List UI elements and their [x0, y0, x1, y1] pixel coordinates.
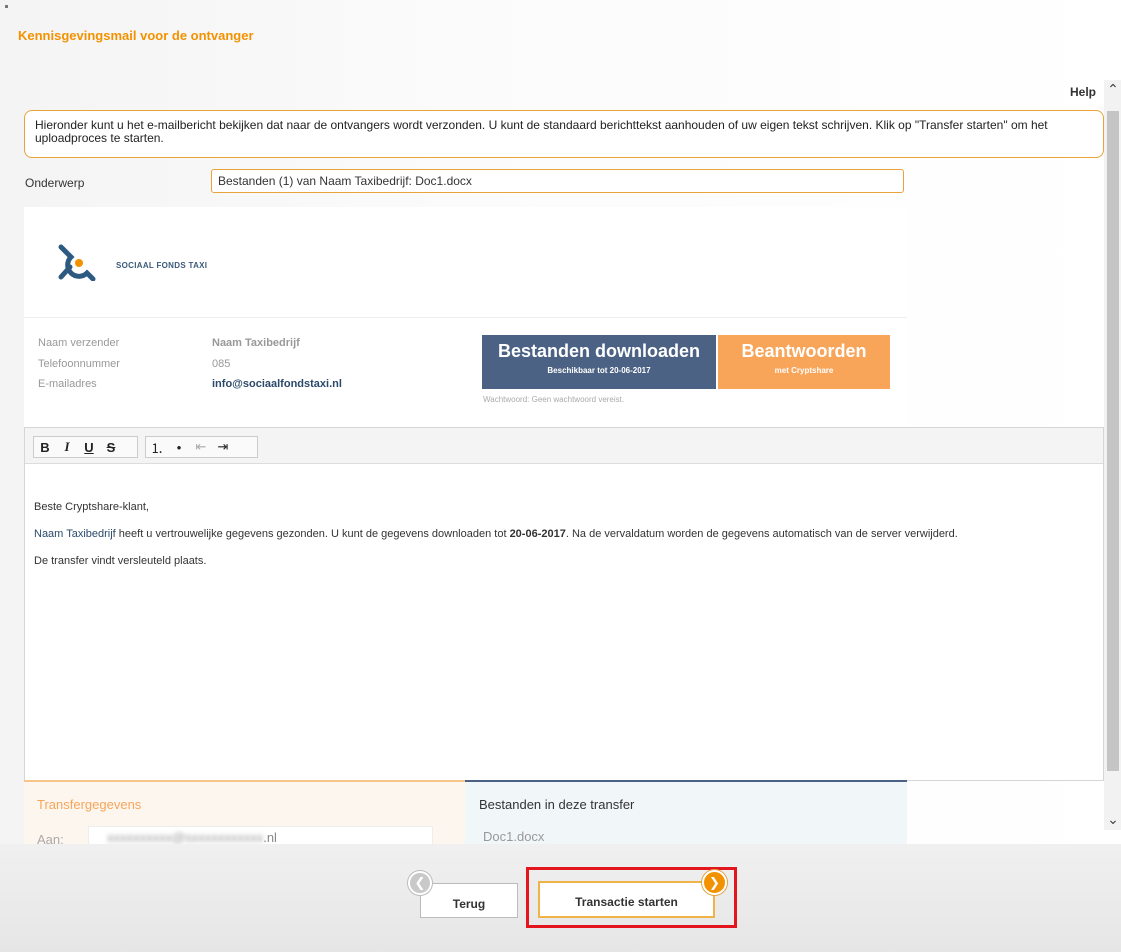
corner-mark	[5, 5, 8, 8]
bullet-list-icon[interactable]: •	[168, 437, 190, 457]
download-button-title: Bestanden downloaden	[497, 341, 701, 361]
scroll-up-icon[interactable]: ⌃	[1106, 82, 1120, 96]
expiry-date: 20-06-2017	[509, 528, 566, 540]
subject-label: Onderwerp	[25, 176, 85, 190]
chevron-left-icon[interactable]: ❮	[408, 871, 432, 895]
bold-button[interactable]: B	[34, 437, 56, 457]
format-group: B I U S	[33, 436, 138, 458]
back-button[interactable]: Terug	[420, 883, 518, 918]
info-box: Hieronder kunt u het e-mailbericht bekij…	[24, 110, 1104, 158]
greeting: Beste Cryptshare-klant,	[34, 501, 149, 513]
subject-input[interactable]	[211, 169, 904, 193]
list-group: ⒈ • ⇤ ⇥	[145, 436, 258, 458]
help-link[interactable]: Help	[1070, 85, 1096, 99]
download-files-button[interactable]: Bestanden downloaden Beschikbaar tot 20-…	[482, 335, 716, 389]
body-text-2: . Na de vervaldatum worden de gegevens a…	[565, 528, 958, 540]
email-value[interactable]: info@sociaalfondstaxi.nl	[212, 378, 342, 390]
logo-area: SOCIAAL FONDS TAXI	[24, 207, 907, 318]
password-note: Wachtwoord: Geen wachtwoord vereist.	[483, 395, 625, 404]
email-label: E-mailadres	[38, 378, 97, 390]
transfer-details-title: Transfergegevens	[37, 797, 142, 812]
sociaal-fonds-taxi-logo	[58, 244, 96, 281]
editor-toolbar: B I U S ⒈ • ⇤ ⇥	[25, 428, 1103, 464]
page-title: Kennisgevingsmail voor de ontvanger	[18, 28, 254, 43]
outdent-icon[interactable]: ⇤	[190, 437, 212, 457]
message-editor[interactable]: B I U S ⒈ • ⇤ ⇥ Beste Cryptshare-klant, …	[24, 427, 1104, 781]
start-transaction-button[interactable]: Transactie starten	[538, 881, 715, 918]
recipient-value: xxxxxxxxxx@sxxxxxxxxxxx.nl	[88, 826, 433, 846]
logo-text: SOCIAAL FONDS TAXI	[116, 261, 208, 270]
phone-label: Telefoonnummer	[38, 358, 120, 370]
strikethrough-button[interactable]: S	[100, 437, 122, 457]
reply-button[interactable]: Beantwoorden met Cryptshare	[718, 335, 890, 389]
body-paragraph: Naam Taxibedrijf heeft u vertrouwelijke …	[34, 527, 1094, 541]
scroll-down-icon[interactable]: ⌄	[1106, 812, 1120, 826]
files-panel-title: Bestanden in deze transfer	[479, 797, 635, 812]
reply-button-subtitle: met Cryptshare	[774, 366, 834, 375]
vertical-scrollbar[interactable]: ⌃ ⌄	[1104, 80, 1121, 830]
editor-body[interactable]: Beste Cryptshare-klant, Naam Taxibedrijf…	[34, 500, 1094, 581]
files-panel: Bestanden in deze transfer Doc1.docx	[465, 780, 907, 844]
phone-value: 085	[212, 358, 231, 370]
closing: De transfer vindt versleuteld plaats.	[34, 555, 207, 567]
scroll-thumb[interactable]	[1107, 111, 1119, 771]
recipient-suffix: .nl	[263, 830, 277, 845]
mail-preview: SOCIAAL FONDS TAXI Naam verzender Naam T…	[24, 207, 907, 427]
sender-name-text: Naam Taxibedrijf	[34, 528, 116, 540]
chevron-right-icon[interactable]: ❯	[702, 870, 727, 895]
transfer-details-panel: Transfergegevens Aan: xxxxxxxxxx@sxxxxxx…	[24, 780, 465, 847]
recipient-redacted: xxxxxxxxxx@sxxxxxxxxxxx	[107, 830, 264, 845]
file-item: Doc1.docx	[483, 829, 545, 844]
reply-button-title: Beantwoorden	[741, 341, 867, 361]
indent-icon[interactable]: ⇥	[212, 437, 234, 457]
sender-name-label: Naam verzender	[38, 337, 120, 349]
underline-button[interactable]: U	[78, 437, 100, 457]
ordered-list-icon[interactable]: ⒈	[146, 437, 168, 457]
sender-name-value: Naam Taxibedrijf	[212, 337, 300, 349]
body-text-1: heeft u vertrouwelijke gegevens gezonden…	[115, 528, 510, 540]
italic-button[interactable]: I	[56, 437, 78, 457]
download-button-subtitle: Beschikbaar tot 20-06-2017	[547, 366, 651, 375]
